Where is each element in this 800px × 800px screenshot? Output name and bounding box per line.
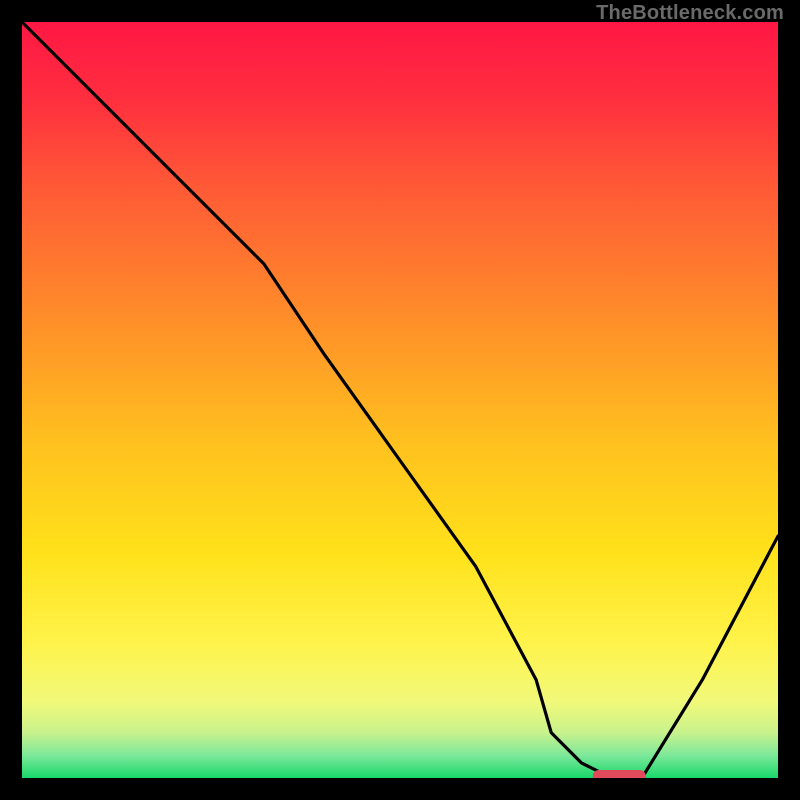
bottleneck-chart bbox=[0, 0, 800, 800]
chart-container: TheBottleneck.com bbox=[0, 0, 800, 800]
watermark-label: TheBottleneck.com bbox=[596, 2, 784, 25]
